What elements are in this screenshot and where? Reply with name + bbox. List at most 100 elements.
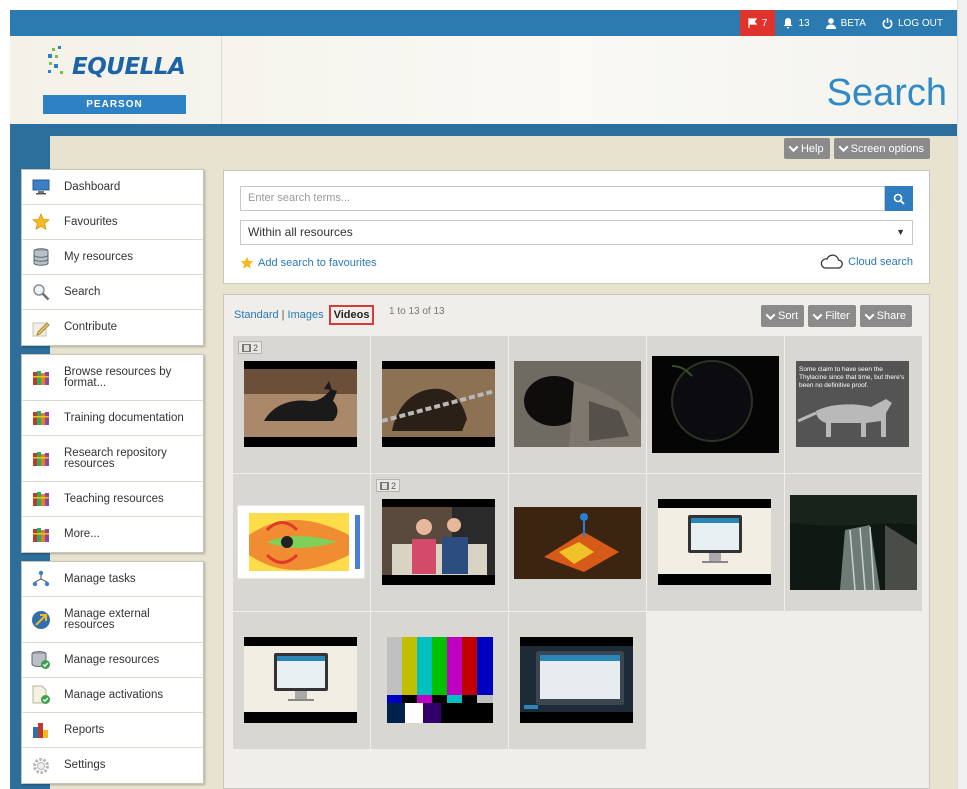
sidebar-item-label: Favourites bbox=[64, 215, 118, 228]
sidebar-item-manage-resources[interactable]: Manage resources bbox=[22, 643, 203, 678]
header-buttons: Help Screen options bbox=[783, 138, 930, 159]
video-count: 2 bbox=[391, 480, 397, 491]
share-label: Share bbox=[876, 310, 906, 322]
video-result[interactable] bbox=[647, 474, 784, 611]
video-thumbnail-computer bbox=[244, 637, 357, 723]
books-icon bbox=[30, 367, 52, 389]
external-icon bbox=[30, 609, 52, 631]
top-bar: 7 13 BETA LOG OUT bbox=[10, 10, 957, 36]
view-images-link[interactable]: Images bbox=[288, 309, 324, 321]
cloud-search-link[interactable]: Cloud search bbox=[819, 254, 913, 269]
video-result[interactable] bbox=[233, 474, 370, 611]
sidebar-item-label: Manage resources bbox=[64, 653, 160, 666]
video-caption: Some claim to have seen the Thylacine si… bbox=[799, 366, 905, 389]
sidebar-item-my-resources[interactable]: My resources bbox=[22, 240, 203, 275]
sidebar-item-research-repository[interactable]: Research repository resources bbox=[22, 436, 203, 482]
page-scrollbar[interactable] bbox=[957, 0, 967, 789]
bar-chart-icon bbox=[30, 719, 52, 741]
logo[interactable]: EQUELLA PEARSON bbox=[10, 36, 222, 124]
video-result[interactable] bbox=[509, 474, 646, 611]
cloud-icon bbox=[820, 254, 844, 269]
video-result[interactable]: 2 bbox=[233, 336, 370, 473]
video-result[interactable] bbox=[371, 612, 508, 749]
sidebar-item-settings[interactable]: Settings bbox=[22, 748, 203, 783]
sidebar-item-favourites[interactable]: Favourites bbox=[22, 205, 203, 240]
document-check-icon bbox=[30, 684, 52, 706]
view-standard-link[interactable]: Standard bbox=[234, 309, 279, 321]
video-result[interactable]: Some claim to have seen the Thylacine si… bbox=[785, 336, 922, 473]
within-select-value: Within all resources bbox=[248, 225, 353, 239]
sidebar-item-label: Dashboard bbox=[64, 180, 121, 193]
video-thumbnail-waterfall bbox=[790, 495, 917, 590]
sidebar-item-label: Training documentation bbox=[64, 411, 184, 424]
view-separator: | bbox=[281, 309, 285, 321]
flag-count: 7 bbox=[761, 17, 768, 29]
search-input[interactable]: Enter search terms... bbox=[240, 186, 885, 211]
video-result[interactable] bbox=[509, 612, 646, 749]
sidebar-item-browse-by-format[interactable]: Browse resources by format... bbox=[22, 355, 203, 401]
books-icon bbox=[30, 407, 52, 429]
sidebar-item-manage-external[interactable]: Manage external resources bbox=[22, 597, 203, 643]
sort-button[interactable]: Sort bbox=[761, 305, 805, 327]
user-name: BETA bbox=[840, 17, 866, 29]
logo-dots-icon bbox=[48, 46, 63, 74]
database-check-icon bbox=[30, 649, 52, 671]
filter-label: Filter bbox=[825, 310, 850, 322]
sidebar-item-label: Reports bbox=[64, 723, 105, 736]
film-icon bbox=[380, 481, 389, 490]
flag-notifications[interactable]: 7 bbox=[739, 10, 776, 36]
help-label: Help bbox=[800, 142, 824, 155]
sidebar-item-more[interactable]: More... bbox=[22, 517, 203, 552]
view-videos-tab[interactable]: Videos bbox=[328, 305, 375, 325]
video-result[interactable] bbox=[371, 336, 508, 473]
user-menu[interactable]: BETA bbox=[818, 10, 874, 36]
gear-icon bbox=[30, 755, 52, 777]
bell-notifications[interactable]: 13 bbox=[775, 10, 817, 36]
page-title: Search bbox=[826, 72, 947, 114]
sidebar-item-label: Manage tasks bbox=[64, 572, 136, 585]
screen-options-button[interactable]: Screen options bbox=[833, 138, 930, 159]
search-button[interactable] bbox=[885, 186, 913, 211]
sidebar-item-manage-activations[interactable]: Manage activations bbox=[22, 678, 203, 713]
sidebar-item-search[interactable]: Search bbox=[22, 275, 203, 310]
workflow-icon bbox=[30, 568, 52, 590]
sidebar-item-manage-tasks[interactable]: Manage tasks bbox=[22, 562, 203, 597]
video-result[interactable] bbox=[509, 336, 646, 473]
sidebar-item-teaching-resources[interactable]: Teaching resources bbox=[22, 482, 203, 517]
user-icon bbox=[825, 17, 836, 29]
sidebar-item-label: More... bbox=[64, 528, 100, 540]
sidebar: Dashboard Favourites My resources Search… bbox=[21, 169, 204, 789]
stack-icon bbox=[30, 246, 52, 268]
video-count: 2 bbox=[253, 342, 259, 353]
sidebar-item-contribute[interactable]: Contribute bbox=[22, 310, 203, 345]
share-button[interactable]: Share bbox=[859, 305, 912, 327]
within-select[interactable]: Within all resources ▼ bbox=[240, 220, 913, 245]
sidebar-item-reports[interactable]: Reports bbox=[22, 713, 203, 748]
sidebar-item-dashboard[interactable]: Dashboard bbox=[22, 170, 203, 205]
add-search-to-favourites-link[interactable]: Add search to favourites bbox=[240, 256, 377, 270]
video-result[interactable] bbox=[785, 474, 922, 611]
video-result[interactable]: 2 bbox=[371, 474, 508, 611]
sidebar-group-manage: Manage tasks Manage external resources M… bbox=[21, 561, 204, 784]
search-icon bbox=[893, 193, 905, 205]
results-buttons: Sort Filter Share bbox=[761, 305, 912, 327]
power-icon bbox=[882, 17, 893, 29]
header: EQUELLA PEARSON Search bbox=[10, 36, 957, 124]
sidebar-item-label: Settings bbox=[64, 759, 106, 771]
video-result[interactable] bbox=[233, 612, 370, 749]
filter-button[interactable]: Filter bbox=[808, 305, 856, 327]
bell-count: 13 bbox=[798, 17, 810, 29]
video-thumbnail-cave bbox=[514, 361, 641, 447]
view-switcher: Standard | Images Videos bbox=[234, 305, 375, 325]
sidebar-item-label: My resources bbox=[64, 250, 134, 263]
sidebar-item-training-documentation[interactable]: Training documentation bbox=[22, 401, 203, 436]
books-icon bbox=[30, 488, 52, 510]
sidebar-item-label: Manage external resources bbox=[64, 607, 150, 631]
pencil-icon bbox=[30, 317, 52, 339]
video-result[interactable] bbox=[647, 336, 784, 473]
video-thumbnail-lego bbox=[514, 507, 641, 579]
help-button[interactable]: Help bbox=[783, 138, 830, 159]
dropdown-arrow-icon: ▼ bbox=[896, 227, 905, 237]
logout-link[interactable]: LOG OUT bbox=[874, 10, 951, 36]
film-icon bbox=[242, 343, 251, 352]
